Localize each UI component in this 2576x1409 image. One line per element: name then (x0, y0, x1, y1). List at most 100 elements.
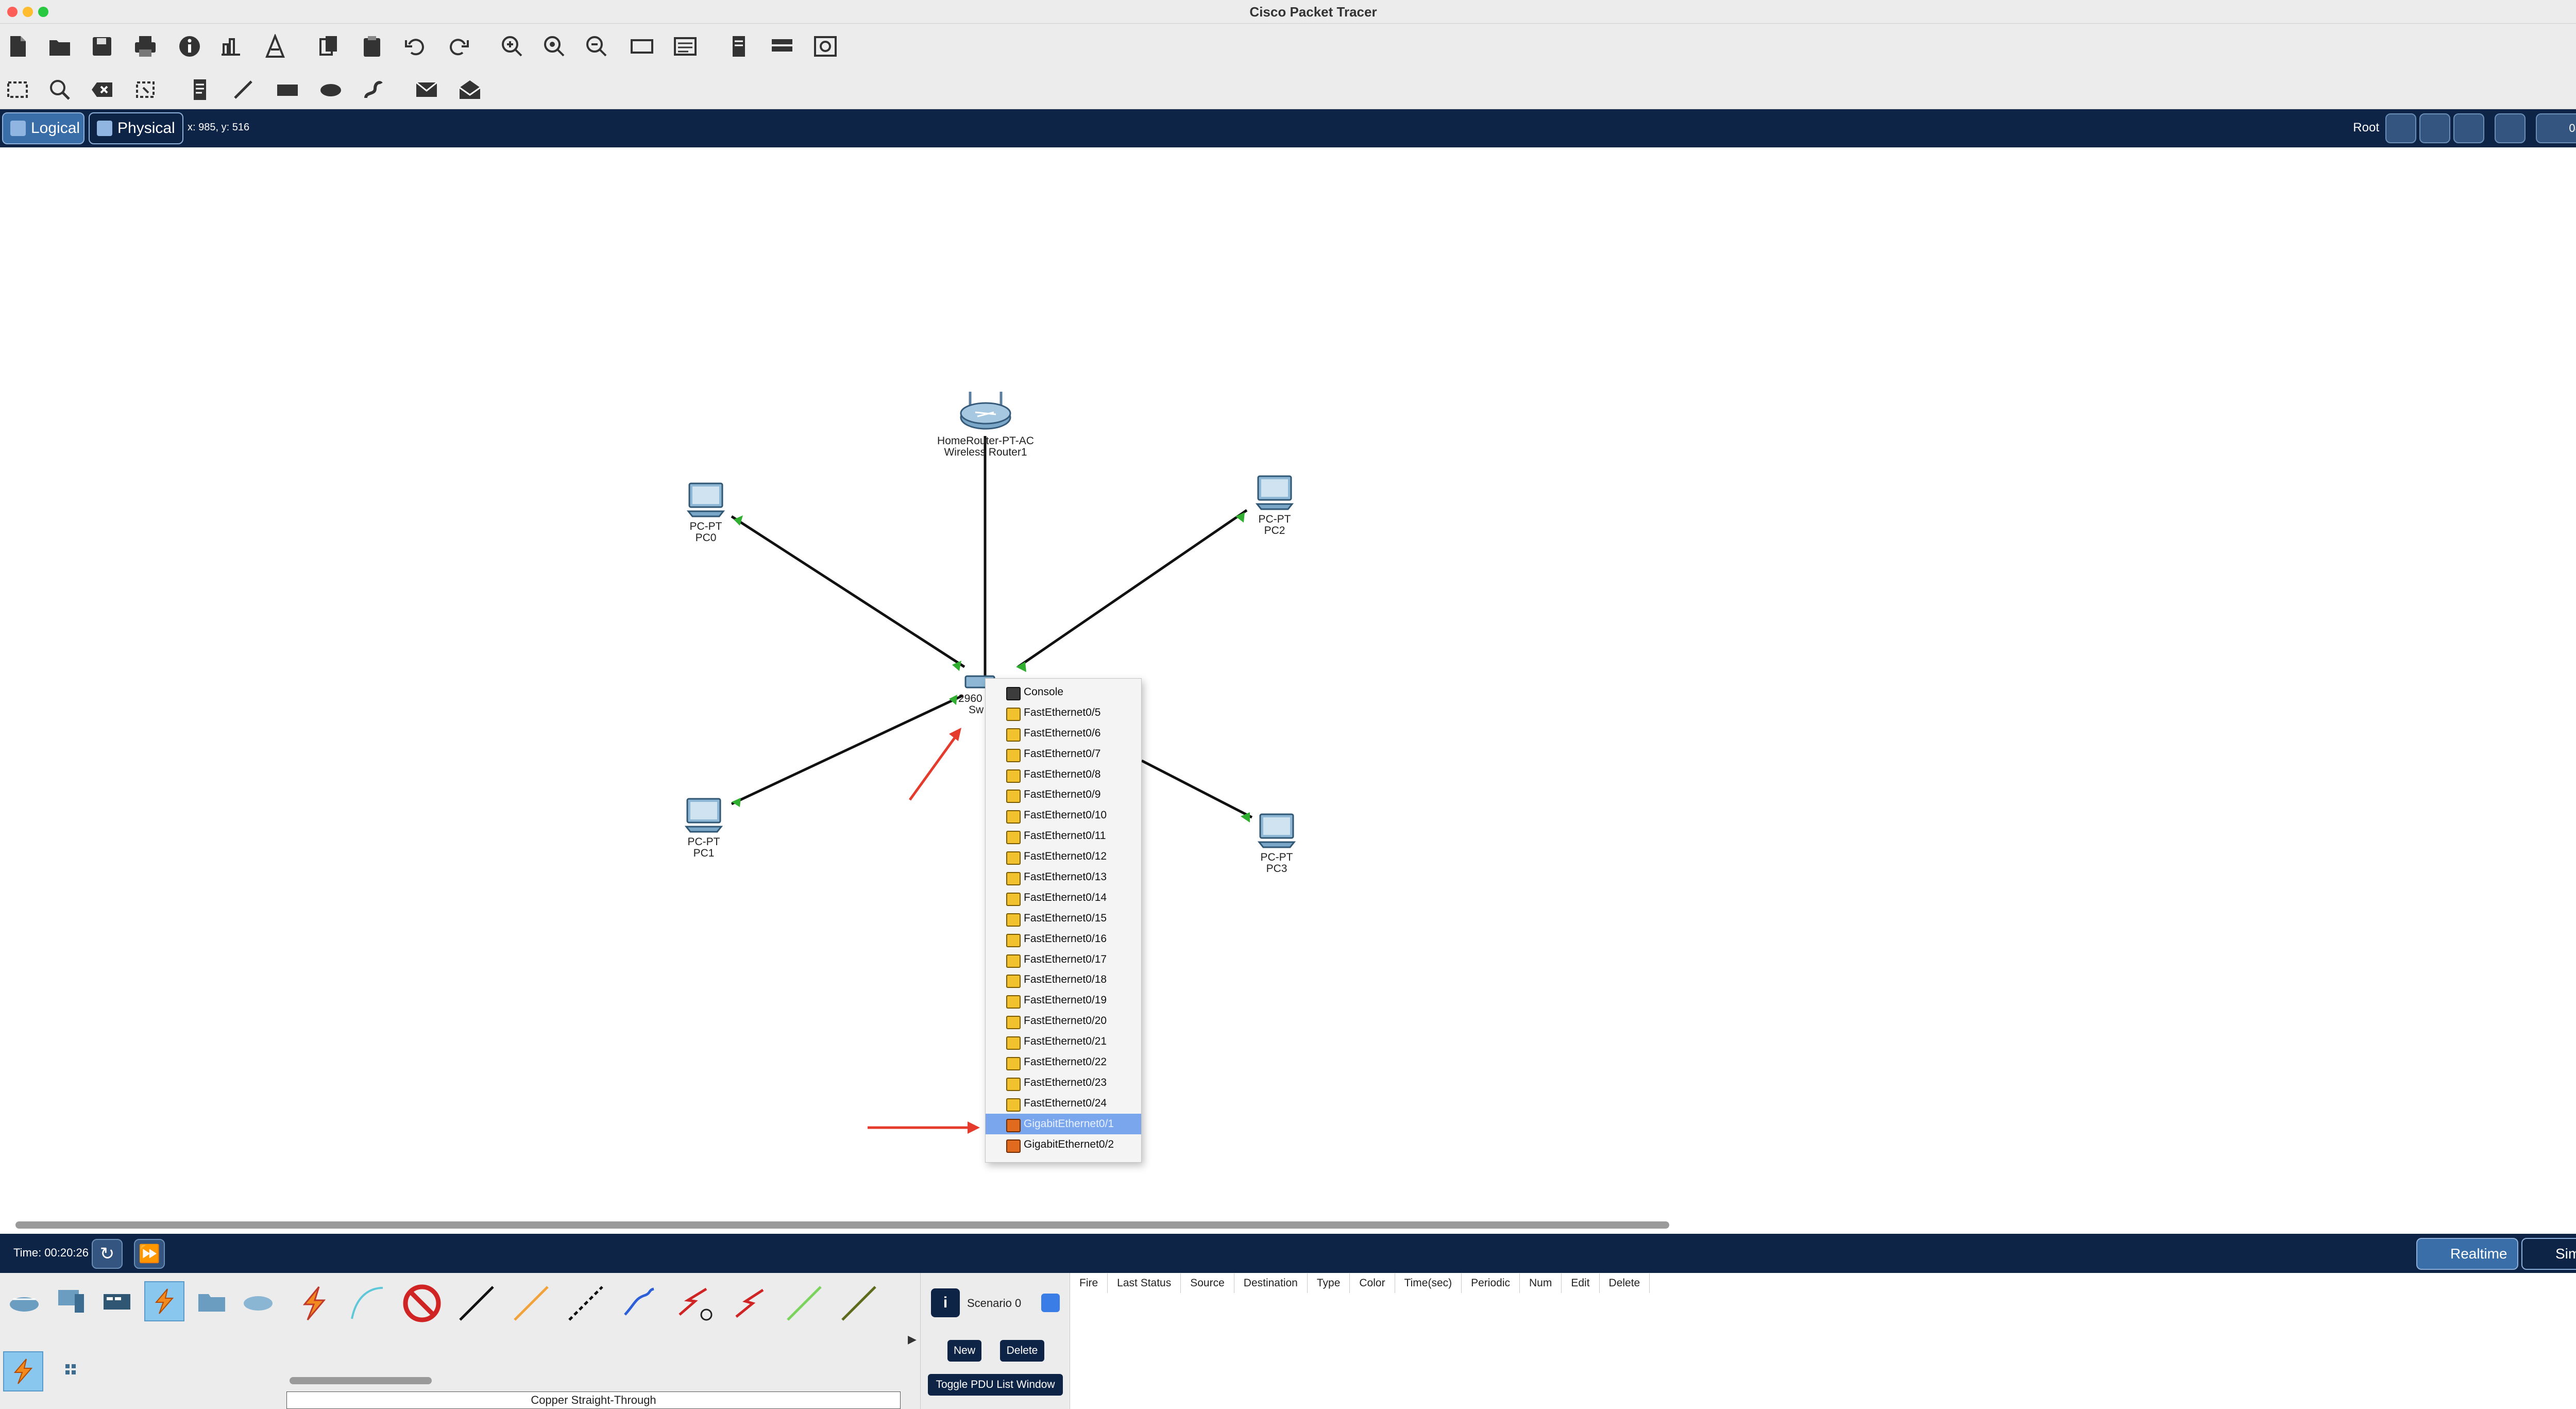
network-info-icon[interactable] (261, 32, 290, 61)
copy-icon[interactable] (314, 32, 343, 61)
fiber-cable-button[interactable] (562, 1279, 610, 1328)
miscellaneous-category[interactable] (192, 1281, 232, 1321)
no-cable-button[interactable] (398, 1279, 446, 1328)
port-menu-item[interactable]: FastEthernet0/24 (986, 1093, 1141, 1114)
link-pc3-switch[interactable] (1141, 759, 1253, 819)
collapse-arrow-icon[interactable]: ▶ (908, 1333, 917, 1346)
pdu-column-header[interactable]: Type (1308, 1273, 1350, 1293)
logical-workspace[interactable]: HomeRouter-PT-AC Wireless Router1 PC-PT … (0, 147, 2576, 1225)
port-menu-item[interactable]: FastEthernet0/18 (986, 969, 1141, 990)
note-icon[interactable] (185, 75, 214, 104)
zoom-reset-icon[interactable] (540, 32, 569, 61)
rectangle-icon[interactable] (273, 75, 302, 104)
viewport-icon[interactable] (768, 32, 796, 61)
tab-simulation[interactable]: Simulation (2521, 1238, 2576, 1270)
device-pc2[interactable]: PC-PT PC2 (1244, 475, 1306, 536)
custom-devices-icon[interactable] (671, 32, 700, 61)
new-file-icon[interactable] (3, 32, 32, 61)
activity-wizard-icon[interactable] (216, 32, 245, 61)
link-pc1-switch[interactable] (731, 694, 963, 806)
pdu-column-header[interactable]: Num (1520, 1273, 1562, 1293)
copper-straight-through-button[interactable] (452, 1279, 501, 1328)
paste-icon[interactable] (358, 32, 386, 61)
fast-forward-time-button[interactable]: ⏩ (134, 1239, 165, 1269)
port-menu-item[interactable]: FastEthernet0/20 (986, 1011, 1141, 1031)
port-menu-item[interactable]: FastEthernet0/12 (986, 846, 1141, 867)
zoom-in-icon[interactable] (498, 32, 527, 61)
pdu-column-header[interactable]: Source (1181, 1273, 1234, 1293)
screenshot-icon[interactable] (811, 32, 840, 61)
delete-scenario-button[interactable]: Delete (1000, 1340, 1044, 1362)
network-devices-category[interactable] (4, 1281, 44, 1321)
power-cycle-devices-button[interactable]: ↻ (92, 1239, 123, 1269)
device-pc0[interactable]: PC-PT PC0 (675, 482, 737, 544)
port-menu-item[interactable]: FastEthernet0/14 (986, 887, 1141, 908)
pdu-column-header[interactable]: Last Status (1108, 1273, 1181, 1293)
port-menu-item[interactable]: FastEthernet0/10 (986, 805, 1141, 826)
serial-dce-button[interactable] (725, 1279, 774, 1328)
move-object-icon[interactable] (2453, 113, 2484, 143)
console-cable-button[interactable] (343, 1279, 392, 1328)
save-icon[interactable] (88, 32, 116, 61)
port-menu-item[interactable]: Console (986, 682, 1141, 702)
port-menu-item[interactable]: FastEthernet0/22 (986, 1052, 1141, 1072)
horizontal-scrollbar[interactable] (15, 1221, 1669, 1229)
end-devices-category[interactable] (50, 1281, 91, 1321)
pdu-column-header[interactable]: Periodic (1462, 1273, 1520, 1293)
tab-realtime[interactable]: Realtime (2416, 1238, 2518, 1270)
back-icon[interactable] (2385, 113, 2416, 143)
port-menu-item[interactable]: FastEthernet0/7 (986, 744, 1141, 764)
drawing-palette-icon[interactable] (628, 32, 656, 61)
connections-category[interactable] (144, 1281, 184, 1321)
structured-cabling-subcategory[interactable] (49, 1351, 90, 1391)
select-icon[interactable] (3, 75, 32, 104)
port-menu-item[interactable]: FastEthernet0/11 (986, 826, 1141, 846)
port-menu-item[interactable]: FastEthernet0/19 (986, 990, 1141, 1011)
port-menu-item[interactable]: FastEthernet0/15 (986, 908, 1141, 929)
draw-line-icon[interactable] (229, 75, 258, 104)
add-simple-pdu-icon[interactable] (412, 75, 441, 104)
ellipse-icon[interactable] (316, 75, 345, 104)
pdu-column-header[interactable]: Time(sec) (1395, 1273, 1462, 1293)
pdu-column-header[interactable]: Edit (1562, 1273, 1600, 1293)
link-pc0-switch[interactable] (731, 515, 965, 668)
device-pc1[interactable]: PC-PT PC1 (673, 798, 735, 859)
port-menu-item[interactable]: FastEthernet0/23 (986, 1072, 1141, 1093)
toggle-pdu-list-button[interactable]: Toggle PDU List Window (928, 1374, 1063, 1396)
pdu-column-header[interactable]: Fire (1070, 1273, 1108, 1293)
port-menu-item[interactable]: GigabitEthernet0/1 (986, 1113, 1141, 1134)
octal-cable-button[interactable] (780, 1279, 828, 1328)
cable-list-scrollbar[interactable] (290, 1377, 432, 1384)
delete-icon[interactable] (88, 75, 116, 104)
freeform-icon[interactable] (359, 75, 387, 104)
inspect-icon[interactable] (45, 75, 74, 104)
link-pc2-switch[interactable] (1017, 509, 1248, 668)
port-menu-item[interactable]: FastEthernet0/6 (986, 723, 1141, 744)
zoom-out-icon[interactable] (582, 32, 611, 61)
pdu-column-header[interactable]: Color (1350, 1273, 1395, 1293)
phone-cable-button[interactable] (616, 1279, 665, 1328)
set-background-icon[interactable] (2495, 113, 2526, 143)
tab-physical[interactable]: Physical (89, 112, 183, 144)
print-icon[interactable] (131, 32, 160, 61)
components-category[interactable] (97, 1281, 137, 1321)
pdu-list-icon[interactable] (724, 32, 753, 61)
scenario-select[interactable]: Scenario 0 (967, 1297, 1021, 1310)
connections-subcategory[interactable] (3, 1351, 43, 1391)
copper-crossover-button[interactable] (507, 1279, 555, 1328)
port-menu-item[interactable]: FastEthernet0/16 (986, 929, 1141, 949)
pdu-column-header[interactable]: Delete (1600, 1273, 1650, 1293)
info-icon[interactable] (175, 32, 204, 61)
port-menu-item[interactable]: FastEthernet0/21 (986, 1031, 1141, 1052)
port-menu-item[interactable]: GigabitEthernet0/2 (986, 1134, 1141, 1155)
automatic-cable-button[interactable] (289, 1279, 337, 1328)
open-folder-icon[interactable] (45, 32, 74, 61)
device-pc3[interactable]: PC-PT PC3 (1246, 813, 1308, 875)
add-complex-pdu-icon[interactable] (455, 75, 484, 104)
cluster-cloud-icon[interactable] (2419, 113, 2450, 143)
redo-icon[interactable] (444, 32, 473, 61)
viewport-clock[interactable]: 08:21:00 (2536, 113, 2576, 143)
chevron-down-icon[interactable] (1041, 1294, 1060, 1312)
undo-icon[interactable] (401, 32, 430, 61)
coaxial-cable-button[interactable] (671, 1279, 719, 1328)
